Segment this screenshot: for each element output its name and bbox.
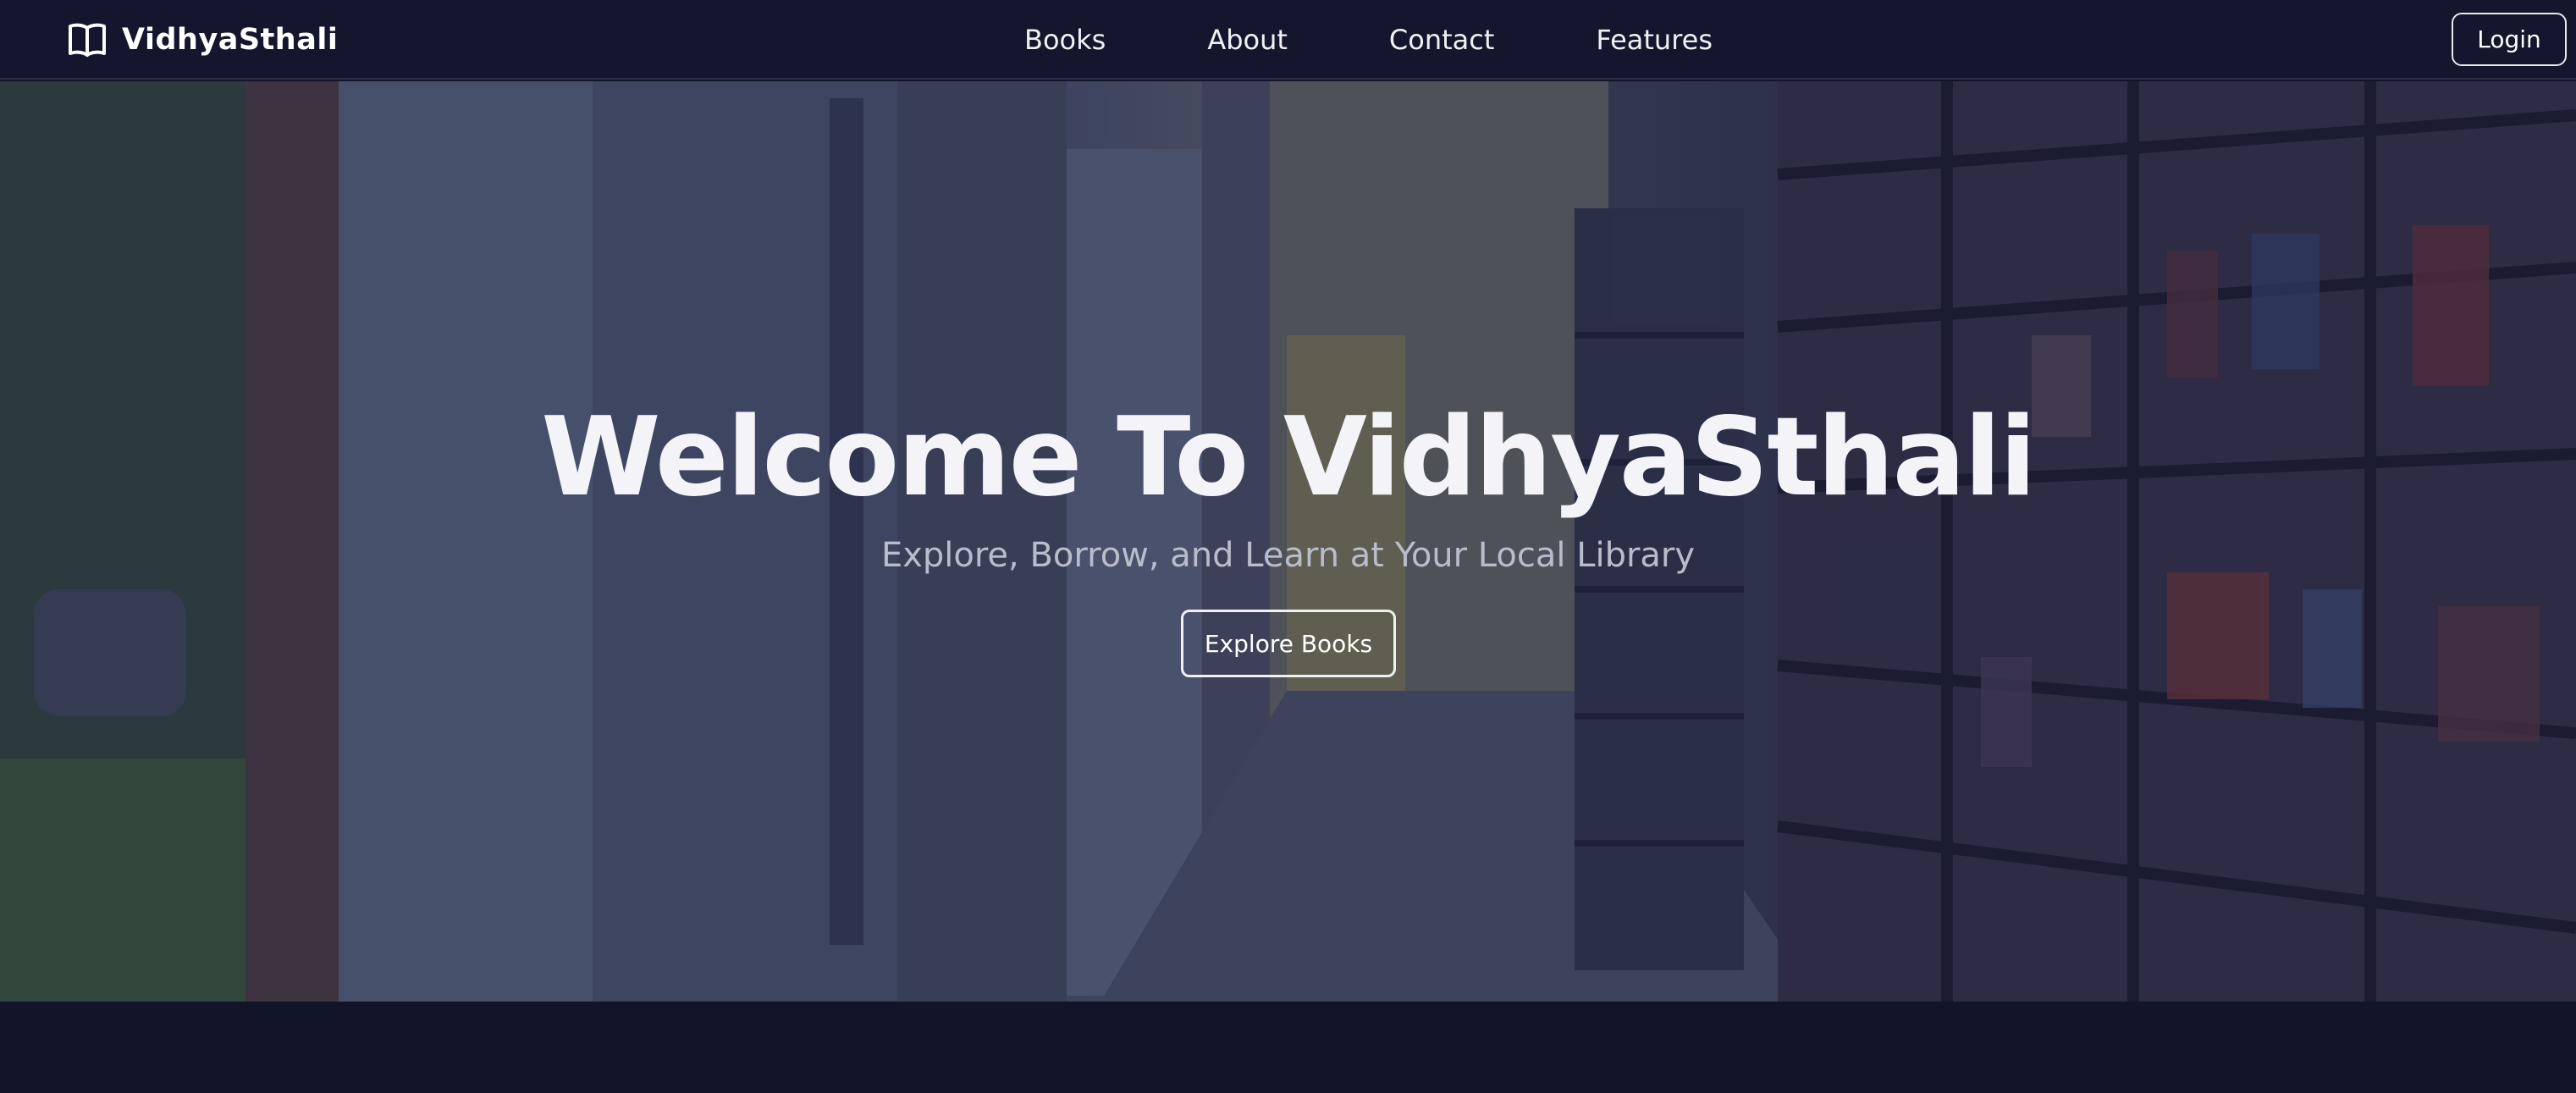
brand[interactable]: VidhyaSthali <box>68 19 338 61</box>
nav-link-books[interactable]: Books <box>1024 24 1106 56</box>
login-button[interactable]: Login <box>2452 13 2567 66</box>
nav-links: Books About Contact Features <box>1024 0 1814 80</box>
hero-title: Welcome To VidhyaSthali <box>541 395 2037 521</box>
page-bottom-strip <box>0 1002 2576 1093</box>
nav-link-contact[interactable]: Contact <box>1389 24 1495 56</box>
open-book-icon <box>69 23 106 57</box>
explore-books-button[interactable]: Explore Books <box>1181 610 1396 677</box>
brand-name: VidhyaSthali <box>122 23 339 57</box>
nav-link-features[interactable]: Features <box>1596 24 1713 56</box>
hero-subtitle: Explore, Borrow, and Learn at Your Local… <box>880 536 1696 575</box>
navbar: VidhyaSthali Books About Contact Feature… <box>0 0 2576 80</box>
hero-section: Welcome To VidhyaSthali Explore, Borrow,… <box>0 81 2576 1002</box>
nav-link-about[interactable]: About <box>1207 24 1288 56</box>
